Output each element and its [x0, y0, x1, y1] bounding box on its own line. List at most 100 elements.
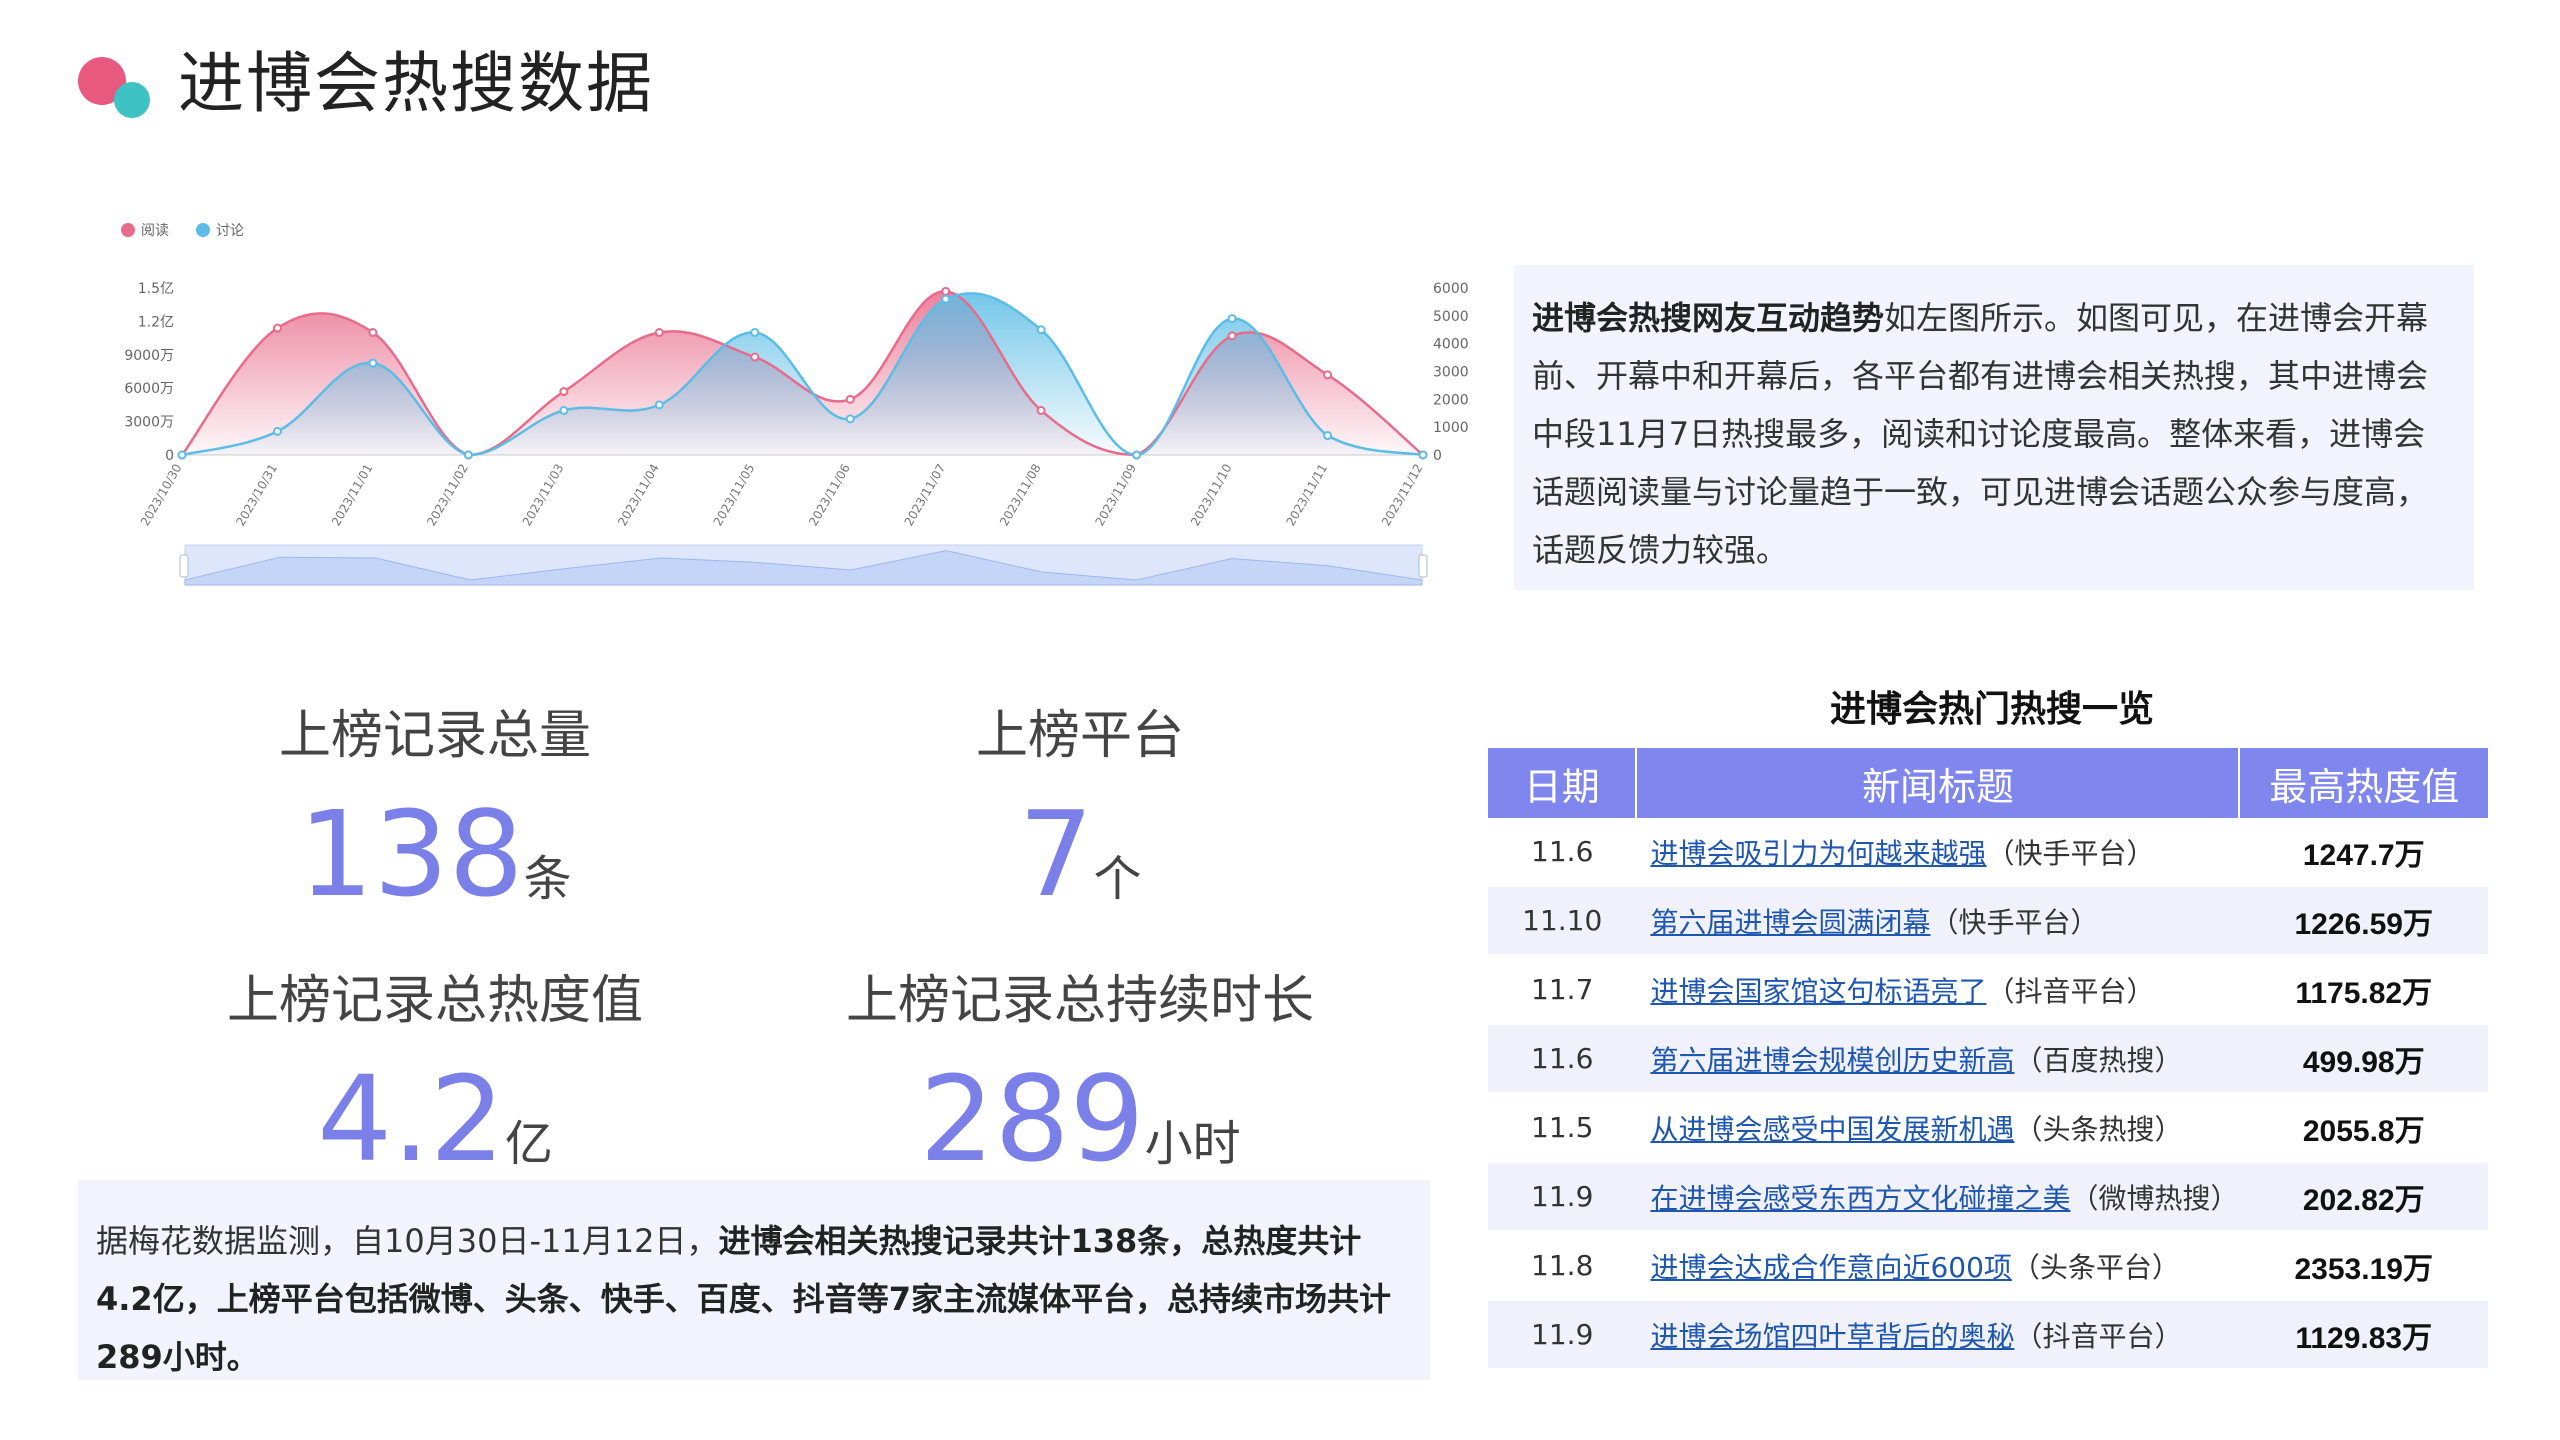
stat-label-platforms: 上榜平台 — [975, 706, 1184, 766]
news-link[interactable]: 第六届进博会圆满闭幕 — [1650, 906, 1930, 939]
x-tick-label: 2023/10/31 — [233, 462, 280, 529]
data-point — [1036, 405, 1046, 415]
x-tick-label: 2023/11/04 — [615, 462, 662, 529]
table-header-row: 日期 新闻标题 最高热度值 — [1488, 748, 2488, 818]
y-right-tick-label: 5000 — [1433, 309, 1469, 325]
row-value: 2353.19万 — [2239, 1231, 2488, 1301]
stat-total-duration-value: 289 — [919, 1050, 1145, 1188]
stat-total-heat: 4.2亿 — [185, 1060, 685, 1178]
y-right-tick-label: 4000 — [1433, 337, 1469, 353]
table-row: 11.10 第六届进博会圆满闭幕（快手平台） 1226.59万 — [1488, 886, 2488, 956]
news-link[interactable]: 在进博会感受东西方文化碰撞之美 — [1650, 1182, 2070, 1215]
y-right-tick-label: 3000 — [1433, 365, 1469, 381]
data-point — [177, 450, 187, 460]
header-title: 新闻标题 — [1636, 748, 2241, 818]
header-value: 最高热度值 — [2239, 748, 2488, 818]
stat-total-records: 138条 — [235, 795, 635, 913]
y-left-tick-label: 1.2亿 — [138, 314, 174, 330]
data-point — [559, 387, 569, 397]
row-platform: （微博热搜） — [2070, 1181, 2239, 1215]
y-left-tick-label: 3000万 — [124, 415, 174, 431]
row-date: 11.9 — [1488, 1162, 1637, 1232]
data-point — [750, 352, 760, 362]
news-link[interactable]: 进博会达成合作意向近600项 — [1650, 1251, 2011, 1284]
row-title: 在进博会感受东西方文化碰撞之美（微博热搜） — [1636, 1162, 2240, 1232]
row-value: 202.82万 — [2239, 1162, 2488, 1232]
data-point — [845, 414, 855, 424]
y-right-tick-label: 1000 — [1433, 420, 1469, 436]
row-date: 11.10 — [1488, 886, 1637, 956]
x-tick-label: 2023/11/09 — [1093, 462, 1140, 529]
row-value: 2055.8万 — [2239, 1093, 2488, 1163]
table-row: 11.8 进博会达成合作意向近600项（头条平台） 2353.19万 — [1488, 1231, 2488, 1301]
data-point — [1036, 325, 1046, 335]
row-platform: （抖音平台） — [2014, 1319, 2183, 1353]
data-point — [463, 450, 473, 460]
news-link[interactable]: 进博会国家馆这句标语亮了 — [1650, 975, 1986, 1008]
page-title: 进博会热搜数据 — [178, 45, 654, 122]
row-date: 11.7 — [1488, 955, 1637, 1025]
table-row: 11.6 进博会吸引力为何越来越强（快手平台） 1247.7万 — [1488, 818, 2488, 887]
data-point — [1323, 431, 1333, 441]
news-link[interactable]: 从进博会感受中国发展新机遇 — [1650, 1113, 2014, 1146]
x-tick-label: 2023/11/02 — [424, 462, 471, 529]
stat-label-total-duration: 上榜记录总持续时长 — [845, 971, 1314, 1031]
row-value: 1247.7万 — [2239, 818, 2488, 887]
row-date: 11.8 — [1488, 1231, 1637, 1301]
y-right-tick-label: 6000 — [1433, 281, 1469, 297]
data-point — [654, 400, 664, 410]
row-value: 499.98万 — [2239, 1024, 2488, 1094]
table-title: 进博会热门热搜一览 — [1829, 689, 2154, 730]
stat-label-total-records: 上榜记录总量 — [278, 706, 591, 766]
news-link[interactable]: 进博会场馆四叶草背后的奥秘 — [1650, 1320, 2014, 1353]
row-title: 进博会场馆四叶草背后的奥秘（抖音平台） — [1636, 1300, 2240, 1370]
data-point — [272, 323, 282, 333]
news-link[interactable]: 第六届进博会规模创历史新高 — [1650, 1044, 2014, 1077]
stat-platforms-value: 7 — [1018, 785, 1094, 923]
legend-marker-1 — [196, 223, 210, 237]
zoom-handle-right — [1418, 554, 1428, 578]
data-point — [845, 394, 855, 404]
x-tick-label: 2023/10/30 — [138, 462, 185, 529]
row-platform: （快手平台） — [1986, 836, 2155, 870]
data-point — [559, 405, 569, 415]
stat-total-heat-value: 4.2 — [317, 1050, 505, 1188]
table-row: 11.6 第六届进博会规模创历史新高（百度热搜） 499.98万 — [1488, 1024, 2488, 1094]
legend-label-0: 阅读 — [141, 222, 169, 239]
data-point — [941, 286, 951, 296]
row-title: 进博会吸引力为何越来越强（快手平台） — [1636, 818, 2240, 887]
row-value: 1226.59万 — [2239, 886, 2488, 956]
row-date: 11.6 — [1488, 818, 1637, 887]
row-title: 进博会国家馆这句标语亮了（抖音平台） — [1636, 955, 2240, 1025]
y-right-tick-label: 2000 — [1433, 392, 1469, 408]
row-title: 进博会达成合作意向近600项（头条平台） — [1636, 1231, 2240, 1301]
row-value: 1175.82万 — [2239, 955, 2488, 1025]
header-date: 日期 — [1488, 748, 1638, 818]
x-tick-label: 2023/11/08 — [997, 462, 1044, 529]
row-title: 从进博会感受中国发展新机遇（头条热搜） — [1636, 1093, 2240, 1163]
description-text: 进博会热搜网友互动趋势如左图所示。如图可见，在进博会开幕前、开幕中和开幕后，各平… — [1532, 289, 2456, 579]
stat-label-total-heat: 上榜记录总热度值 — [226, 971, 643, 1031]
zoom-handle-left — [179, 554, 189, 578]
x-tick-label: 2023/11/07 — [902, 462, 949, 529]
data-point — [1418, 450, 1428, 460]
x-tick-label: 2023/11/12 — [1379, 462, 1426, 529]
data-point — [1323, 370, 1333, 380]
stat-platforms: 7个 — [880, 795, 1280, 913]
data-point — [368, 328, 378, 338]
x-tick-label: 2023/11/05 — [711, 462, 758, 529]
x-tick-label: 2023/11/03 — [520, 462, 567, 529]
stat-total-duration: 289小时 — [805, 1060, 1355, 1178]
news-link[interactable]: 进博会吸引力为何越来越强 — [1650, 837, 1986, 870]
stat-total-duration-unit: 小时 — [1144, 1116, 1241, 1172]
stat-platforms-unit: 个 — [1093, 851, 1142, 907]
x-tick-label: 2023/11/11 — [1283, 462, 1330, 529]
y-left-tick-label: 0 — [165, 448, 174, 464]
row-platform: （头条热搜） — [2014, 1112, 2183, 1146]
summary-normal: 据梅花数据监测，自10月30日-11月12日， — [96, 1222, 719, 1260]
description-box: 进博会热搜网友互动趋势如左图所示。如图可见，在进博会开幕前、开幕中和开幕后，各平… — [1514, 265, 2474, 590]
y-left-tick-label: 6000万 — [124, 381, 174, 397]
data-point — [272, 426, 282, 436]
row-title: 第六届进博会圆满闭幕（快手平台） — [1636, 886, 2240, 956]
row-value: 1129.83万 — [2239, 1300, 2488, 1370]
